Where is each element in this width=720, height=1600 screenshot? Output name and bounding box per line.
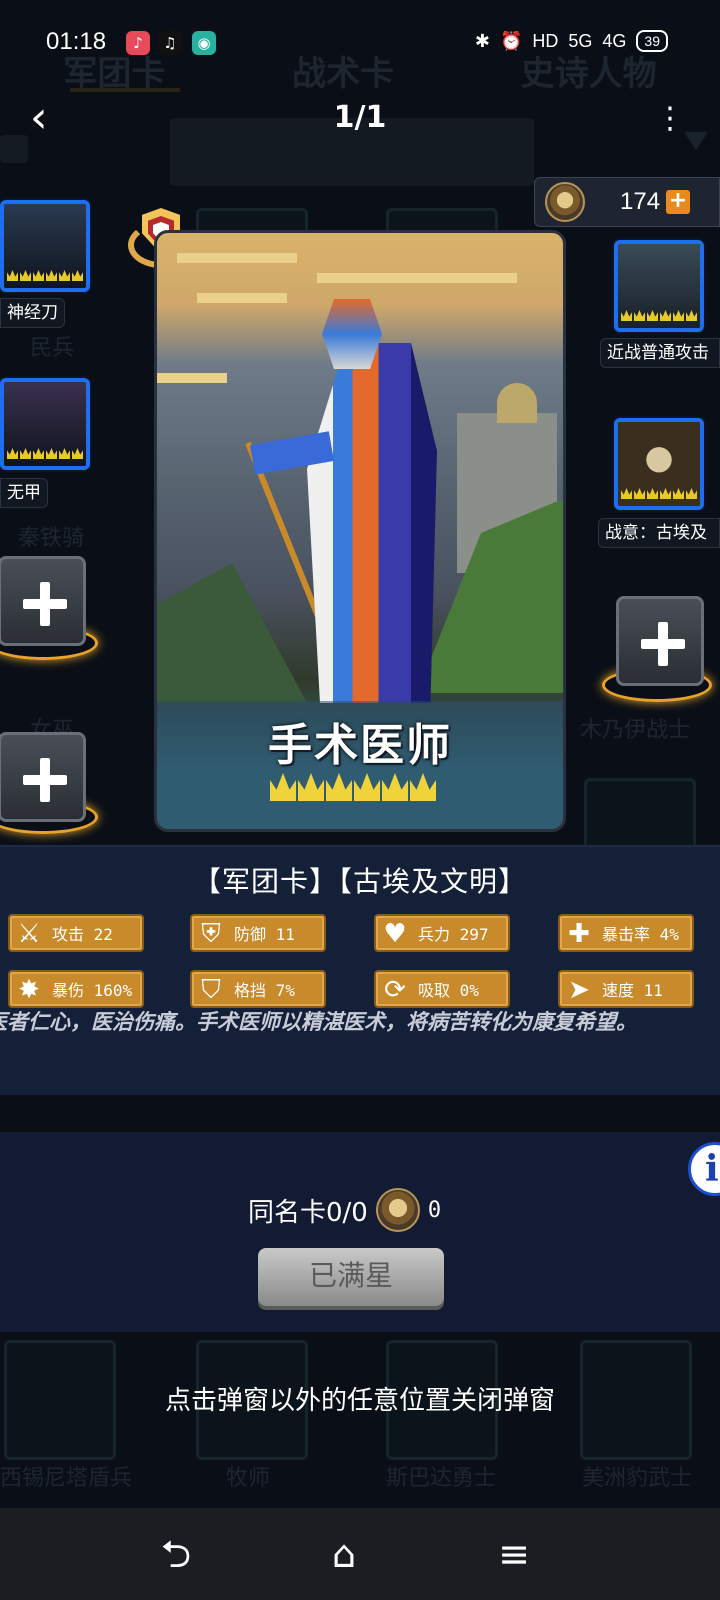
left-slot-1[interactable]: [0, 200, 90, 292]
slot-stars: [4, 448, 86, 462]
stat-crit-damage-text: 暴伤 160%: [52, 981, 133, 1000]
shield-icon: ⛨: [201, 919, 221, 949]
stat-speed: ➤ 速度 11: [558, 970, 694, 1008]
slot-stars: [618, 310, 700, 324]
crown-icon: [410, 773, 436, 801]
right-slot-3-add-button[interactable]: [616, 596, 704, 686]
duplicate-card-label: 同名卡0/0: [248, 1197, 368, 1228]
right-slot-2-label: 战意：古埃及: [598, 518, 720, 548]
right-slot-1-label: 近战普通攻击: [600, 338, 720, 368]
system-nav-bar: ⮌ ⌂ ≡: [0, 1508, 720, 1600]
currency-add-button[interactable]: +: [666, 190, 690, 214]
bg-card-label: 斯巴达勇士: [386, 1466, 497, 1491]
nav-home-button[interactable]: ⌂: [320, 1532, 368, 1576]
tiktok-app-icon: ♫: [158, 31, 182, 55]
sword-icon: ⚔: [17, 919, 41, 949]
stat-troops-text: 兵力 297: [418, 925, 489, 944]
max-star-button[interactable]: 已满星: [258, 1248, 444, 1306]
bg-card-label: 民兵: [30, 336, 75, 361]
chat-app-icon: ◉: [192, 31, 216, 55]
crown-icon: [298, 773, 324, 801]
network-label: HD: [532, 30, 559, 51]
bg-card-label: 木乃伊战士: [580, 718, 691, 743]
bg-card-label: 牧师: [226, 1466, 271, 1491]
stat-lifesteal: ⟳ 吸取 0%: [374, 970, 510, 1008]
nav-back-button[interactable]: ⮌: [152, 1532, 200, 1576]
plus-icon: +: [668, 188, 688, 213]
crown-icon: [326, 773, 352, 801]
left-slot-3-add-button[interactable]: [0, 556, 86, 646]
bg-card-label: 美洲豹武士: [582, 1466, 693, 1491]
page-counter: 1/1: [333, 100, 387, 135]
bg-menu-icon: [0, 135, 28, 163]
speed-icon: ➤: [568, 975, 590, 1005]
heart-icon: ♥: [383, 919, 407, 949]
crown-icon: [270, 773, 296, 801]
bg-card-label: 西锡尼塔盾兵: [0, 1466, 133, 1491]
currency-value: 174: [620, 188, 661, 215]
status-bar: 01:18 ♪ ♫ ◉ ✱ ⏰ HD 5G 4G 39: [0, 26, 720, 62]
status-time: 01:18: [46, 28, 107, 55]
crit-rate-icon: ✚: [568, 919, 590, 949]
stat-lifesteal-text: 吸取 0%: [418, 981, 479, 1000]
home-icon: ⌂: [331, 1532, 357, 1576]
bg-tab-underline: [70, 88, 180, 92]
alarm-icon: ⏰: [499, 30, 523, 51]
back-button[interactable]: ‹: [30, 96, 70, 142]
lifesteal-icon: ⟳: [384, 975, 406, 1005]
bluetooth-icon: ✱: [474, 30, 490, 51]
stat-crit-damage: ✸ 暴伤 160%: [8, 970, 144, 1008]
right-slot-2[interactable]: [614, 418, 704, 510]
more-options-button[interactable]: ⋮: [655, 100, 685, 140]
figure-robe: [307, 343, 437, 703]
crown-icon: [382, 773, 408, 801]
stat-block: ⛉ 格挡 7%: [190, 970, 326, 1008]
slot-stars: [618, 488, 700, 502]
emblem-icon: [545, 182, 585, 222]
music-app-icon: ♪: [126, 31, 150, 55]
card-flavor-text: 医者仁心，医治伤痛。手术医师以精湛医术，将病苦转化为康复希望。: [0, 1006, 720, 1036]
signal-4g: 4G: [602, 30, 627, 51]
stat-defense-text: 防御 11: [234, 925, 295, 944]
right-slot-1[interactable]: [614, 240, 704, 332]
card-star-rating: [270, 773, 436, 813]
left-slot-4-add-button[interactable]: [0, 732, 86, 822]
duplicate-card-row: 同名卡0/0 0: [248, 1188, 442, 1232]
menu-icon: ≡: [498, 1532, 530, 1576]
close-hint: 点击弹窗以外的任意位置关闭弹窗: [164, 1386, 555, 1416]
nav-menu-button[interactable]: ≡: [490, 1532, 538, 1576]
flavor-text: 医者仁心，医治伤痛。手术医师以精湛医术，将病苦转化为康复希望。: [0, 1010, 637, 1034]
stat-crit-rate: ✚ 暴击率 4%: [558, 914, 694, 952]
chevron-left-icon: ‹: [30, 92, 48, 143]
stat-attack: ⚔ 攻击 22: [8, 914, 144, 952]
status-right-group: ✱ ⏰ HD 5G 4G 39: [475, 30, 668, 52]
crown-icon: [354, 773, 380, 801]
more-vertical-icon: ⋮: [655, 101, 685, 136]
back-arrow-icon: ⮌: [160, 1532, 192, 1576]
left-slot-2-label: 无甲: [0, 478, 48, 508]
stat-block-text: 格挡 7%: [234, 981, 295, 1000]
info-icon: i: [705, 1148, 719, 1190]
battery-indicator: 39: [636, 30, 668, 52]
emblem-count: 0: [427, 1197, 442, 1223]
left-slot-1-label: 神经刀: [0, 298, 65, 328]
signal-5g: 5G: [568, 30, 593, 51]
card-tags: 【军团卡】【古埃及文明】: [192, 865, 527, 898]
bg-filter-icon: [684, 132, 708, 150]
stat-defense: ⛨ 防御 11: [190, 914, 326, 952]
stat-speed-text: 速度 11: [602, 981, 663, 1000]
card-name: 手术医师: [268, 720, 452, 771]
emblem-icon: [375, 1188, 420, 1232]
left-slot-2[interactable]: [0, 378, 90, 470]
bg-card-label: 秦铁骑: [18, 526, 85, 551]
stat-crit-rate-text: 暴击率 4%: [602, 925, 679, 944]
card-artwork: 手术医师: [154, 230, 566, 832]
stat-attack-text: 攻击 22: [52, 925, 113, 944]
block-icon: ⛉: [201, 975, 221, 1005]
crit-damage-icon: ✸: [18, 975, 40, 1005]
slot-stars: [4, 270, 86, 284]
stat-troops: ♥ 兵力 297: [374, 914, 510, 952]
figure-head: [322, 299, 382, 369]
